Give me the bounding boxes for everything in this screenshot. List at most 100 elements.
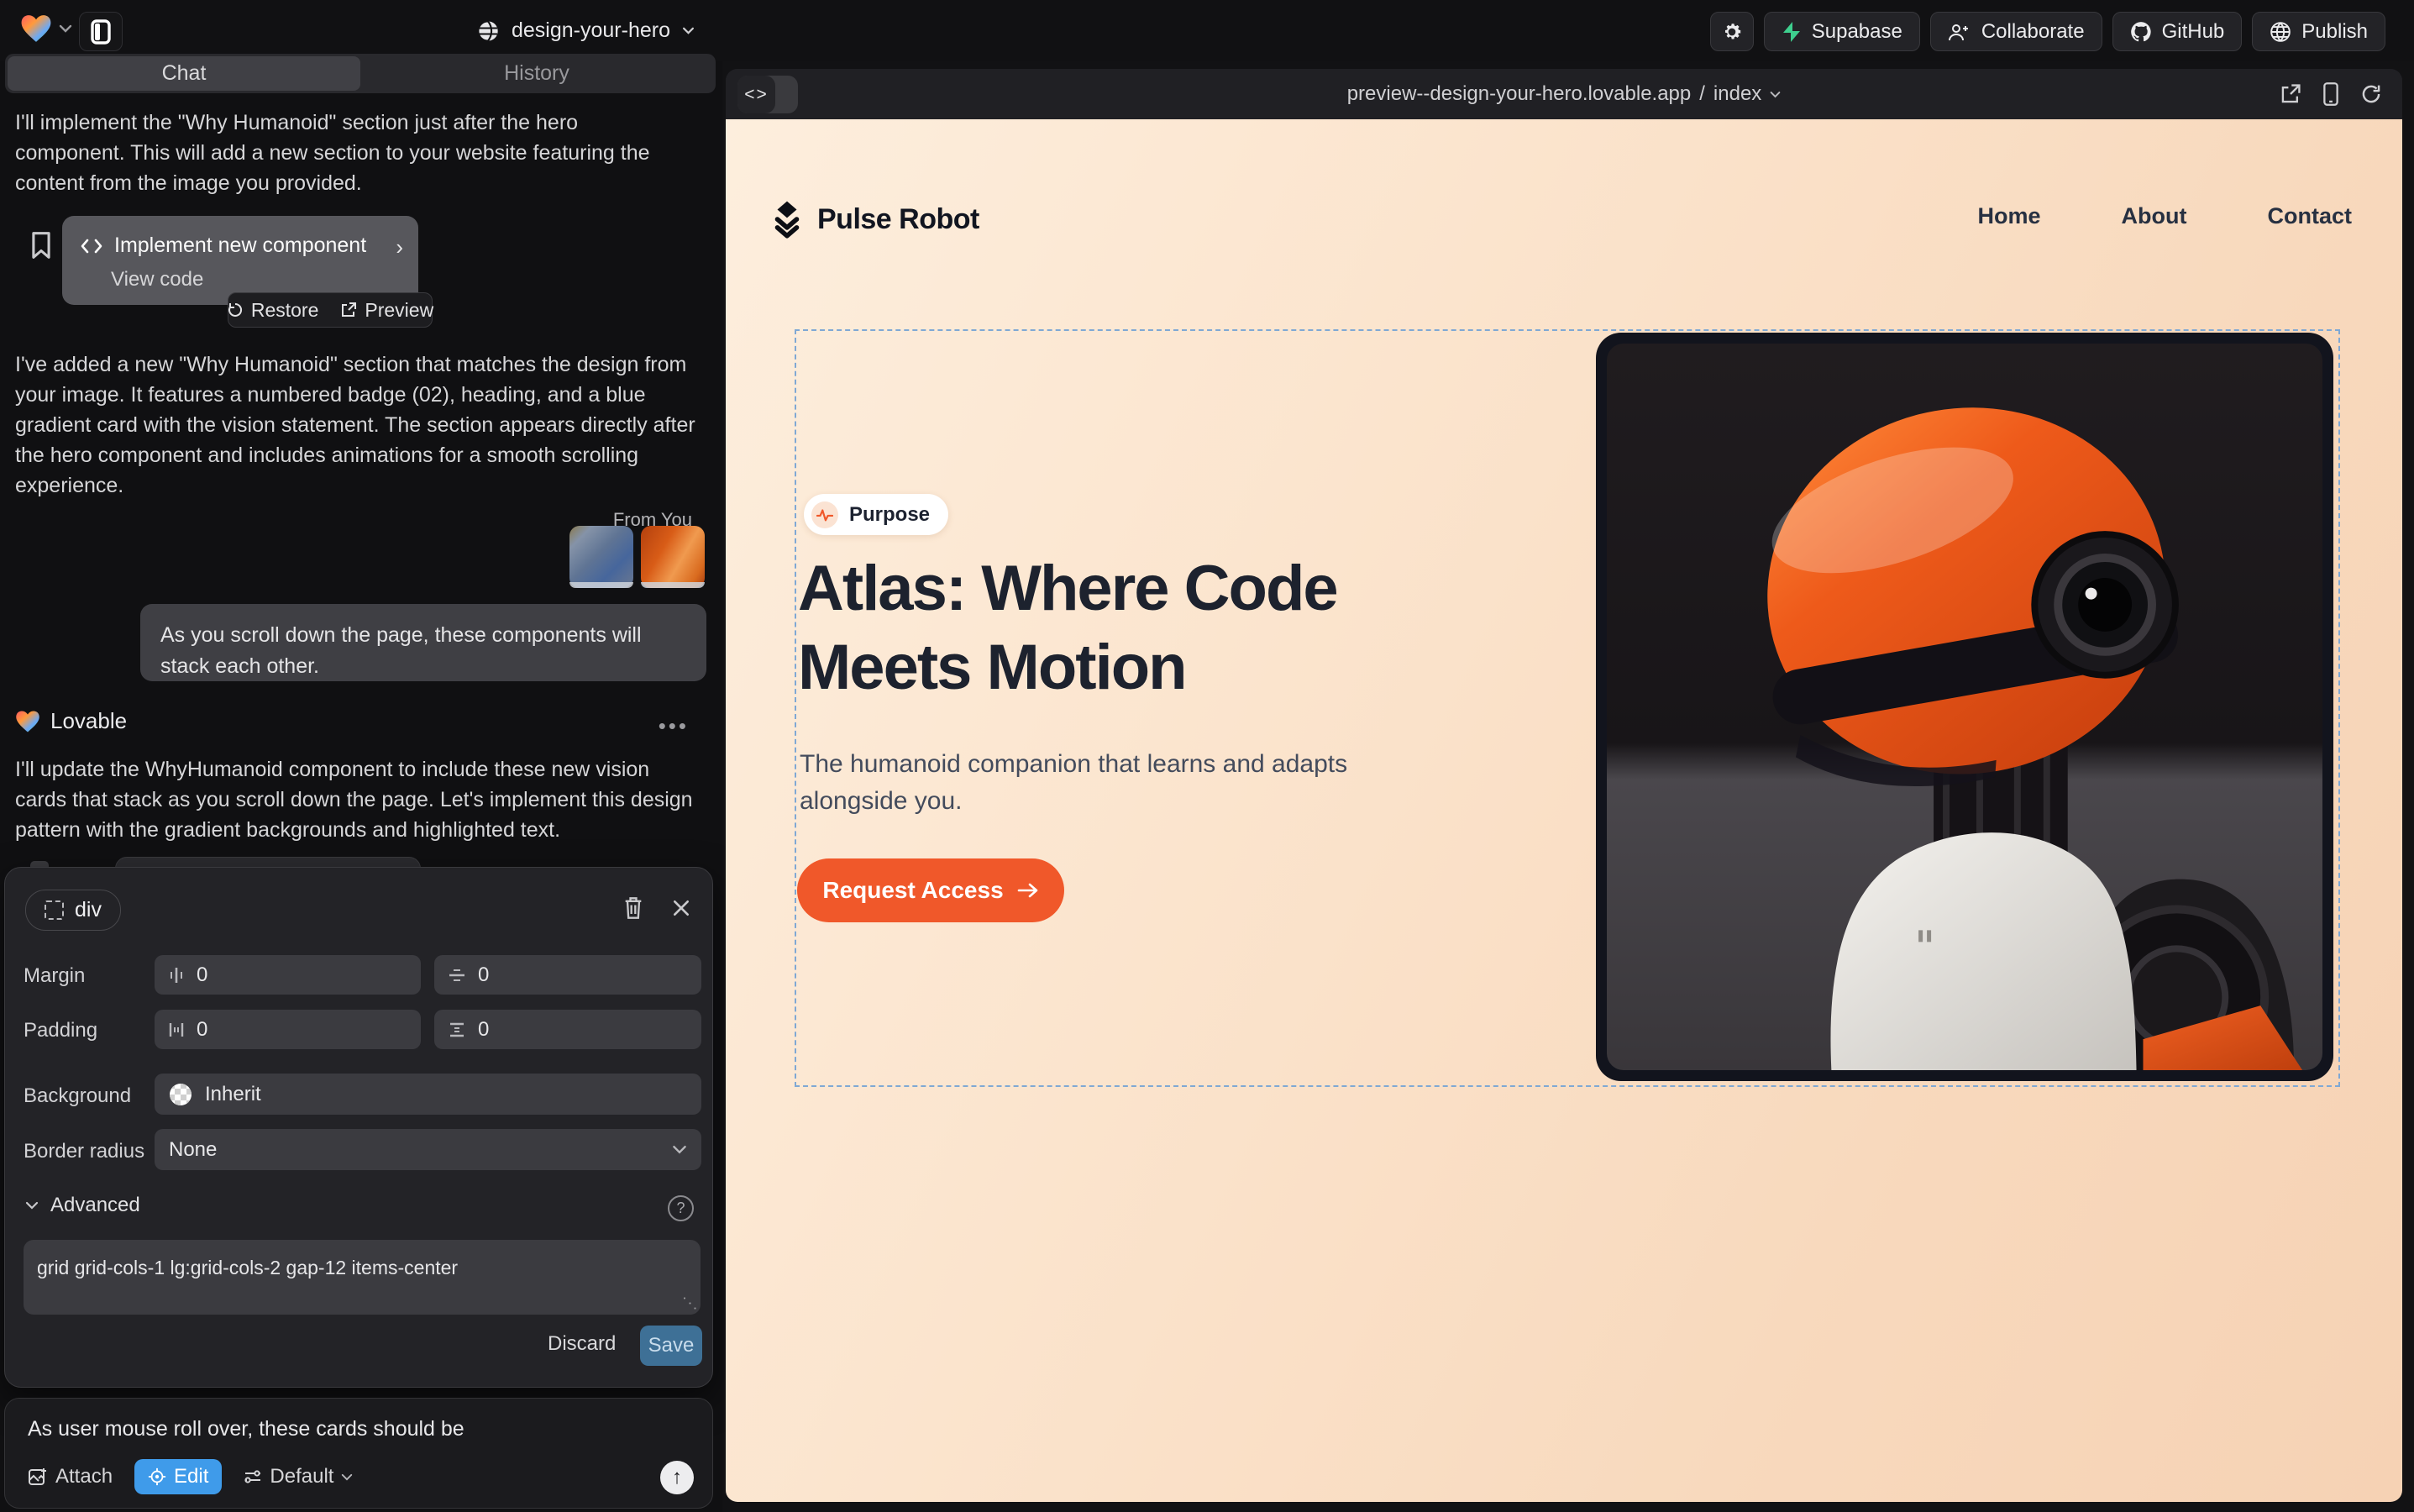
tab-chat[interactable]: Chat xyxy=(8,56,360,91)
lovable-heart-icon xyxy=(15,710,40,733)
site-brand-name: Pulse Robot xyxy=(817,203,979,236)
hero-robot-image xyxy=(1596,333,2333,1081)
refresh-icon[interactable] xyxy=(2360,82,2382,106)
dashed-selection-icon xyxy=(45,900,64,920)
close-icon[interactable] xyxy=(672,896,690,920)
mobile-view-icon[interactable] xyxy=(2323,82,2338,106)
view-code-link[interactable]: View code xyxy=(111,268,203,291)
robot-illustration xyxy=(1607,344,2322,1070)
padding-y-input[interactable]: 0 xyxy=(434,1010,701,1049)
pulse-icon xyxy=(811,501,838,528)
site-brand[interactable]: Pulse Robot xyxy=(770,200,979,239)
margin-y-value: 0 xyxy=(478,963,489,987)
attachment-thumbnail-blue[interactable] xyxy=(569,526,633,588)
edit-mode-button[interactable]: Edit xyxy=(134,1459,222,1494)
preview-url-page: index xyxy=(1713,82,1761,106)
site-nav: Home About Contact xyxy=(1978,203,2352,229)
preview-browser-bar: preview--design-your-hero.lovable.app / … xyxy=(726,69,2402,119)
request-access-button[interactable]: Request Access xyxy=(797,858,1064,922)
resize-handle-icon[interactable]: ⋰ xyxy=(681,1296,699,1311)
preview-url-separator: / xyxy=(1699,82,1705,106)
restore-label: Restore xyxy=(251,299,319,322)
project-switcher[interactable]: design-your-hero xyxy=(476,0,695,61)
nav-link-contact[interactable]: Contact xyxy=(2268,203,2353,229)
attach-button[interactable]: Attach xyxy=(28,1465,113,1488)
attach-image-icon xyxy=(28,1467,48,1487)
preview-url[interactable]: preview--design-your-hero.lovable.app / … xyxy=(726,69,2402,119)
margin-x-icon xyxy=(169,967,184,984)
margin-x-value: 0 xyxy=(197,963,207,987)
bookmark-icon[interactable] xyxy=(30,231,52,260)
background-input[interactable]: Inherit xyxy=(155,1074,701,1115)
sliders-icon xyxy=(244,1468,262,1485)
nav-link-home[interactable]: Home xyxy=(1978,203,2041,229)
github-label: GitHub xyxy=(2162,20,2225,44)
margin-x-input[interactable]: 0 xyxy=(155,955,421,995)
margin-y-icon xyxy=(449,968,465,983)
chevron-right-icon: › xyxy=(396,234,403,260)
github-icon xyxy=(2130,21,2152,43)
more-options-icon[interactable]: ••• xyxy=(659,713,689,739)
nav-link-about[interactable]: About xyxy=(2122,203,2187,229)
assistant-message-3: I'll update the WhyHumanoid component to… xyxy=(15,754,697,845)
transparent-swatch-icon xyxy=(169,1083,192,1106)
logo-chevron-down-icon[interactable] xyxy=(59,24,72,33)
gear-icon xyxy=(1721,21,1743,43)
discard-button[interactable]: Discard xyxy=(548,1332,616,1356)
selected-element-chip[interactable]: div xyxy=(25,890,121,931)
purpose-badge-label: Purpose xyxy=(849,503,930,527)
element-inspector-panel: div Margin 0 0 Padding xyxy=(4,867,713,1388)
advanced-section-toggle[interactable]: Advanced xyxy=(25,1194,140,1217)
padding-y-value: 0 xyxy=(478,1018,489,1042)
settings-button[interactable] xyxy=(1710,12,1754,51)
preview-button[interactable]: Preview xyxy=(340,299,433,322)
collaborate-button[interactable]: Collaborate xyxy=(1930,12,2102,51)
restore-preview-toolbar: Restore Preview xyxy=(228,292,433,328)
advanced-classes-textarea[interactable]: grid grid-cols-1 lg:grid-cols-2 gap-12 i… xyxy=(24,1240,701,1315)
github-button[interactable]: GitHub xyxy=(2112,12,2243,51)
send-button[interactable]: ↑ xyxy=(660,1461,694,1494)
site-canvas: Pulse Robot Home About Contact Purpose A… xyxy=(726,119,2402,1502)
background-value: Inherit xyxy=(205,1083,261,1106)
assistant-message-2: I've added a new "Why Humanoid" section … xyxy=(15,349,697,501)
open-in-new-tab-icon[interactable] xyxy=(2280,82,2301,106)
chat-composer[interactable]: As user mouse roll over, these cards sho… xyxy=(4,1398,713,1509)
publish-button[interactable]: Publish xyxy=(2252,12,2385,51)
implement-card-title: Implement new component xyxy=(114,234,366,258)
border-radius-label: Border radius xyxy=(24,1140,144,1163)
supabase-icon xyxy=(1782,21,1802,43)
collaborate-label: Collaborate xyxy=(1981,20,2085,44)
margin-y-input[interactable]: 0 xyxy=(434,955,701,995)
external-link-icon xyxy=(340,302,357,318)
hero-subtext: The humanoid companion that learns and a… xyxy=(800,746,1404,820)
restore-button[interactable]: Restore xyxy=(227,299,319,322)
url-chevron-down-icon xyxy=(1770,91,1781,98)
attach-label: Attach xyxy=(55,1465,113,1488)
composer-input[interactable]: As user mouse roll over, these cards sho… xyxy=(28,1417,464,1441)
edit-label: Edit xyxy=(174,1465,208,1488)
attachment-thumbnail-orange[interactable] xyxy=(641,526,705,588)
padding-x-input[interactable]: 0 xyxy=(155,1010,421,1049)
preview-url-host: preview--design-your-hero.lovable.app xyxy=(1347,82,1692,106)
padding-x-value: 0 xyxy=(197,1018,207,1042)
border-radius-select[interactable]: None xyxy=(155,1129,701,1170)
padding-y-icon xyxy=(449,1022,465,1037)
code-view-toggle[interactable]: <> xyxy=(737,76,798,113)
tab-history-label: History xyxy=(504,61,569,86)
lovable-heart-logo[interactable] xyxy=(20,13,52,44)
globe-icon xyxy=(476,19,500,43)
assistant-header: Lovable xyxy=(15,708,127,734)
save-button[interactable]: Save xyxy=(640,1326,702,1366)
padding-x-icon xyxy=(169,1021,184,1038)
tab-history[interactable]: History xyxy=(360,56,713,91)
mode-select[interactable]: Default xyxy=(244,1465,353,1488)
select-chevron-down-icon xyxy=(672,1145,687,1154)
selected-tag: div xyxy=(75,898,102,922)
sidebar-toggle-button[interactable] xyxy=(79,12,123,51)
trash-icon[interactable] xyxy=(623,896,643,920)
chat-sidebar: Chat History I'll implement the "Why Hum… xyxy=(0,61,722,1512)
supabase-button[interactable]: Supabase xyxy=(1764,12,1920,51)
user-message-bubble: As you scroll down the page, these compo… xyxy=(140,604,706,681)
help-icon[interactable]: ? xyxy=(668,1195,694,1221)
preview-label: Preview xyxy=(365,299,433,322)
